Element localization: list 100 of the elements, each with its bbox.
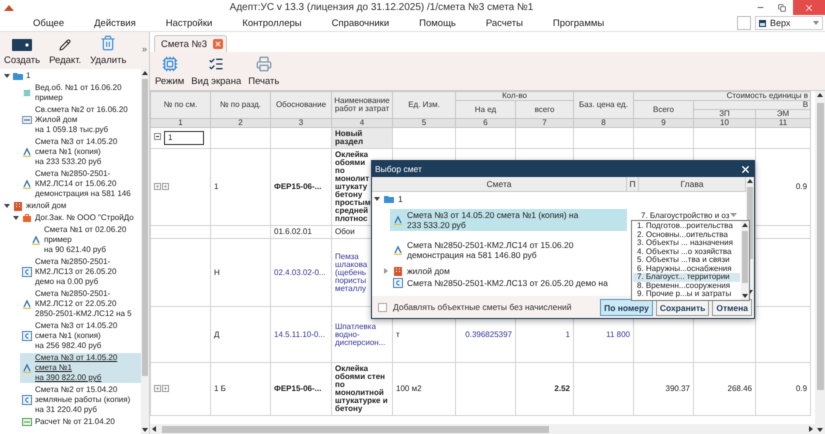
scrollbar[interactable] [741,221,749,300]
menu-item[interactable]: Помощь [419,16,456,30]
menu-item[interactable]: Контроллеры [242,16,302,30]
mode-button[interactable]: Режим [155,56,184,87]
column-header: Смета [372,177,627,191]
scrollbar[interactable] [815,91,825,434]
table-cell: ФЕР15-06-... [270,362,332,416]
expand-icon[interactable] [154,182,161,190]
caret-down-icon[interactable] [12,216,18,220]
more-button[interactable]: » [142,44,147,54]
column-header: № по см. [150,92,210,118]
column-header: Ед. Изм. [392,92,456,118]
tree-item[interactable]: Смета №2850-2501- КМ2.ЛС12 от 22.05.20 2850-2501-КМ2.ЛС12 на 5 [20,289,141,319]
column-header: Баз. цена ед. [574,92,634,118]
building-icon [393,266,403,276]
dropdown-option[interactable]: 1. Подготов...роительства [633,222,740,230]
close-button[interactable] [740,164,751,174]
dropdown-option[interactable]: 3. Объекты ... назначения [633,239,740,248]
tree-item[interactable]: Смета №3 от 14.05.20 смета №1 на 390 822.00 руб [20,353,141,383]
caret-down-icon[interactable] [374,197,380,201]
delete-button[interactable]: Удалить [90,35,126,66]
window-title: Адепт:УС v 13.3 (лицензия до 31.12.2025) /1/смета №3 смета №1 [230,2,534,13]
tree-item[interactable]: жилой дом [11,201,141,211]
scrollbar[interactable] [150,424,815,434]
tab[interactable]: Смета №3 [154,35,228,52]
view-button[interactable]: Вид экрана [191,56,242,87]
document-icon [22,115,32,125]
expand-icon[interactable] [154,384,161,392]
dropdown-option[interactable]: 7. Благоуст... территории [633,273,740,282]
caret-down-icon[interactable] [4,204,10,208]
view-dropdown[interactable]: Верх [755,16,823,30]
menu-item[interactable]: Расчеты [486,16,523,30]
table-cell: 268.46 [694,362,756,416]
table-cell: ФЕР15-06-... [270,148,332,226]
tree-item[interactable]: Вед.об. №1 от 16.06.20 пример [20,83,141,103]
expand-icon[interactable] [162,384,169,392]
tree-item[interactable]: Смета №3 от 14.05.20 смета №1 (копия) на 233 533.20 руб [20,137,141,167]
tree-item[interactable]: Смета №2850-2501-КМ2.ЛС13 от 26.05.20 демо на [390,277,627,289]
document-icon [22,395,32,405]
dropdown-option[interactable]: 8. Временн...сооружения [633,282,740,290]
dropdown-option[interactable]: 2. Основны...оительства [633,230,740,239]
tree-item[interactable]: Смета №2850-2501-КМ2.ЛС14 от 15.06.20 демонстрация на 581 146.80 руб [390,239,627,261]
document-icon [22,267,32,277]
tree-item[interactable]: Смета №3 от 14.05.20 смета №1 (копия) на 256 982.40 руб [20,321,141,351]
print-button[interactable]: Печать [248,56,280,87]
tree-item[interactable]: Смета №1 от 02.06.20 пример на 90 621.40 руб [29,225,141,255]
collapse-icon[interactable] [154,133,161,140]
tree-item[interactable]: Смета №2850-2501- КМ2.ЛС13 от 26.05.20 демо на 0.00 руб [20,257,141,287]
folder-icon [384,194,394,204]
document-icon [393,278,403,288]
table-cell: 0.9 [756,362,811,416]
table-cell: 01.6.02.01 [270,226,332,238]
chapter-dropdown[interactable]: 7. Благоустройство и оз [639,210,739,220]
tree-item[interactable]: жилой дом [390,265,627,277]
caret-down-icon [813,21,819,25]
table-cell: Оклейка обоями стен по монолитной штукатурке и бетону [332,362,392,416]
menu-item[interactable]: Справочники [332,16,390,30]
table-cell: Оклейка обоями по монолит штукату бетону простым средней плотнос [335,151,369,223]
table-cell: 1 Б [210,362,270,416]
square-button[interactable] [737,16,751,30]
caret-down-icon[interactable] [4,74,10,78]
tree-item[interactable]: Смета №3 от 14.05.20 смета №1 (копия) на 233 533.20 руб [390,209,627,231]
checkbox[interactable] [378,302,387,312]
tree-item[interactable]: Св.смета №2 от 16.06.20 Жилой дом на 1 059.18 тыс.руб [20,105,141,135]
table-cell: Новый раздел [332,128,392,148]
briefcase-icon [22,213,32,223]
tree-item[interactable]: 1 [381,193,627,205]
table-cell: 100 м2 [392,362,456,416]
tree-item[interactable]: Смета №2 от 15.04.20 земляные работы (копия) на 31 220.40 руб [20,385,141,415]
triangle-icon [22,147,32,157]
triangle-icon [393,245,403,255]
edit-button[interactable]: Редакт. [49,39,82,66]
tree-item[interactable]: Расчет № от 21.04.20 [20,417,141,427]
table-cell: 1 [210,148,270,226]
column-header: Стоимость единицы в [634,92,811,100]
menu-item[interactable]: Программы [552,16,604,30]
triangle-icon [31,235,41,245]
close-icon[interactable] [213,39,224,49]
expand-icon[interactable] [162,182,169,190]
caret-right-icon[interactable] [384,268,388,274]
tree-item[interactable]: Дог.Зак. № ООО "СтройДо [20,213,141,223]
dialog-title: Выбор смет [375,164,422,174]
column-header: Кол-во [456,92,574,100]
cell-editor[interactable]: 1 [164,131,204,145]
table-cell: 2.52 [516,362,574,416]
dropdown-option[interactable]: 4. Объекты ...о хозяйства [633,248,740,256]
dropdown-option[interactable]: 5. Объекты ...тва и связи [633,256,740,264]
scrollbar[interactable] [141,69,149,434]
dropdown-option[interactable]: 6. Наружны...оснабжения [633,264,740,273]
dropdown-option[interactable]: 9. Прочие р...ы и затраты [633,290,740,298]
create-button[interactable]: Создать [4,39,40,66]
tree-item[interactable]: 1 [11,71,141,81]
wallet-icon [12,39,32,51]
menu-item[interactable]: Общее [33,16,64,30]
list-icon [22,88,32,98]
close-icon [804,2,814,12]
table-cell: Д [210,306,270,362]
menu-item[interactable]: Настройки [166,16,212,30]
dialog-button[interactable]: По номеру [600,299,653,316]
menu-item[interactable]: Действия [94,16,136,30]
